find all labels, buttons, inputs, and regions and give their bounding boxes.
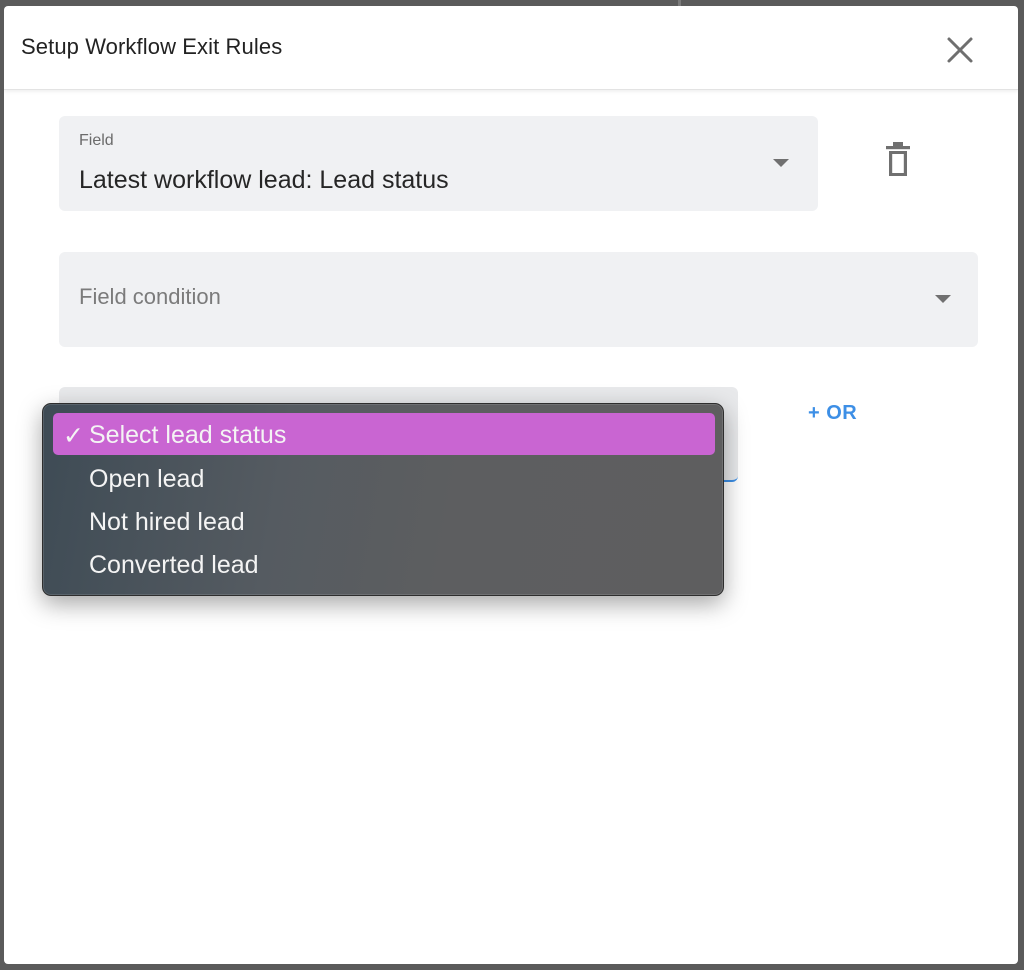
field-condition-placeholder: Field condition <box>79 284 221 309</box>
caret-down-icon <box>935 295 951 303</box>
field-label: Field <box>79 132 114 149</box>
delete-rule-button[interactable] <box>880 140 916 180</box>
dialog-title: Setup Workflow Exit Rules <box>21 34 283 59</box>
dropdown-option-label: Not hired lead <box>89 508 245 536</box>
dropdown-option[interactable]: Not hired lead <box>53 500 715 542</box>
caret-down-icon <box>773 159 789 167</box>
field-condition-select[interactable]: Field condition <box>59 252 978 347</box>
dropdown-option-label: Converted lead <box>89 551 259 579</box>
trash-icon <box>886 142 910 176</box>
close-icon <box>947 37 973 63</box>
check-icon: ✓ <box>63 422 84 450</box>
dropdown-option[interactable]: Converted lead <box>53 543 715 585</box>
close-button[interactable] <box>942 32 978 68</box>
field-select[interactable]: Field Latest workflow lead: Lead status <box>59 116 818 211</box>
add-or-button[interactable]: + OR <box>808 402 857 425</box>
dropdown-option[interactable]: Open lead <box>53 457 715 499</box>
dropdown-option[interactable]: ✓ Select lead status <box>53 413 715 455</box>
lead-status-dropdown-menu: ✓ Select lead status Open lead Not hired… <box>42 403 724 596</box>
dropdown-option-label: Open lead <box>89 465 205 493</box>
dropdown-option-label: Select lead status <box>89 421 287 449</box>
dialog-header: Setup Workflow Exit Rules <box>4 6 1018 90</box>
field-value: Latest workflow lead: Lead status <box>79 166 449 194</box>
